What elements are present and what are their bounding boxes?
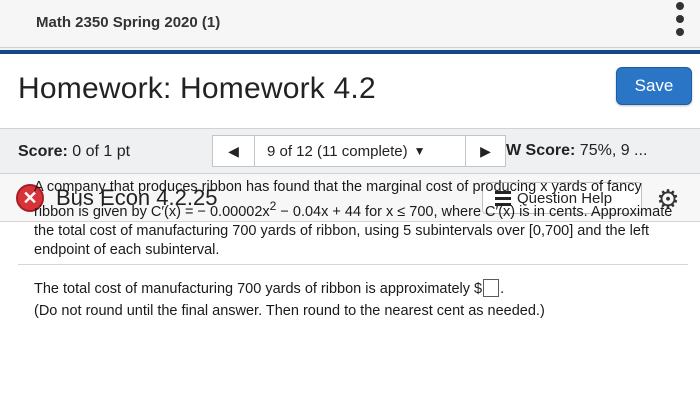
question-select-value: 9 of 12 (11 complete) [267,142,408,160]
answer-instruction: (Do not round until the final answer. Th… [34,303,545,319]
homework-score-label: W Score: [506,142,576,159]
homework-score-value: 75%, 9 ... [579,142,648,159]
next-question-button[interactable]: ▶ [466,135,506,167]
score-value: 0 of 1 pt [72,143,131,160]
answer-input[interactable] [483,278,500,297]
question-select[interactable]: 9 of 12 (11 complete) ▼ [254,135,466,167]
answer-line: The total cost of manufacturing 700 yard… [34,278,684,300]
course-header: Math 2350 Spring 2020 (1) [0,0,700,48]
score: Score: 0 of 1 pt [18,143,130,161]
score-bar: Score: 0 of 1 pt ◀ 9 of 12 (11 complete)… [0,128,700,174]
page-title: Homework: Homework 4.2 [18,72,376,105]
course-title: Math 2350 Spring 2020 (1) [36,14,221,31]
more-options-icon[interactable] [673,2,687,36]
previous-question-button[interactable]: ◀ [212,135,254,167]
dot [676,28,684,36]
answer-section: The total cost of manufacturing 700 yard… [34,278,684,322]
question-text: A company that produces ribbon has found… [34,178,684,260]
triangle-left-icon: ◀ [228,142,239,159]
score-label: Score: [18,143,68,160]
divider [18,264,688,265]
dot [676,2,684,10]
caret-down-icon: ▼ [413,144,426,158]
save-button[interactable]: Save [616,67,692,105]
homework-score: W Score: 75%, 9 ... [506,142,647,160]
answer-prompt: The total cost of manufacturing 700 yard… [34,281,483,297]
answer-suffix: . [500,281,505,297]
triangle-right-icon: ▶ [480,142,491,159]
dot [676,15,684,23]
